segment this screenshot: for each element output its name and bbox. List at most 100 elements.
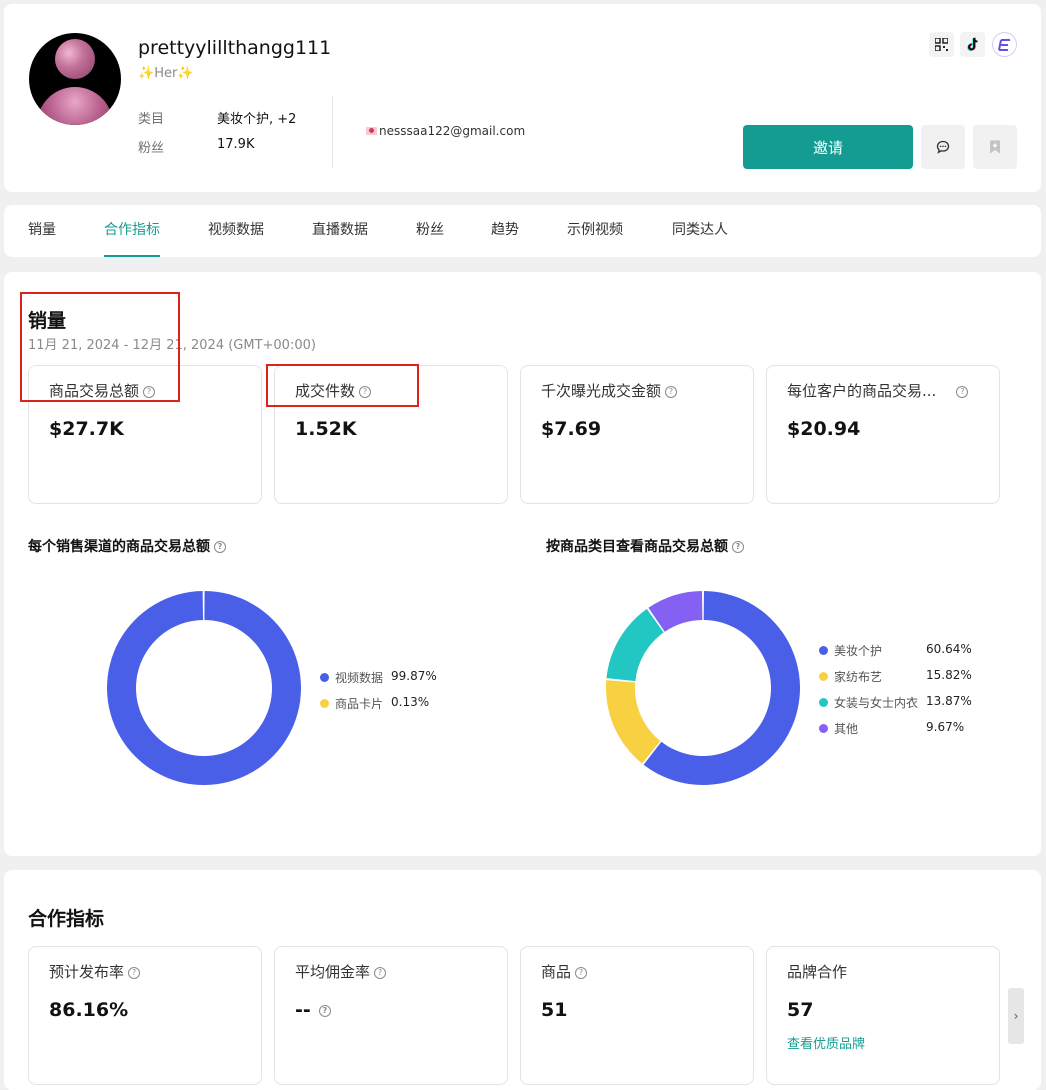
chat-icon bbox=[936, 140, 950, 154]
metric-value: $27.7K bbox=[49, 418, 124, 440]
chart-title-text: 每个销售渠道的商品交易总额 bbox=[28, 539, 210, 555]
section-title: 合作指标 bbox=[28, 908, 105, 930]
profile-card: prettyylillthangg111 ✨Her✨ 类目 美妆个护, +2 粉… bbox=[4, 4, 1041, 192]
bio: ✨Her✨ bbox=[138, 66, 194, 81]
sparkle-icon: ✨ bbox=[138, 66, 155, 81]
tab-video-data[interactable]: 视频数据 bbox=[208, 205, 264, 257]
legend-value: 13.87% bbox=[926, 694, 972, 708]
legend-dot bbox=[819, 646, 828, 655]
metric-label: 品牌合作 bbox=[787, 963, 848, 981]
help-icon[interactable]: ? bbox=[732, 541, 744, 553]
donut-chart-category bbox=[606, 591, 800, 785]
metric-label: 平均佣金率? bbox=[295, 961, 387, 982]
bio-text: Her bbox=[154, 66, 178, 81]
help-icon[interactable]: ? bbox=[956, 385, 969, 398]
tab-bar: 销量 合作指标 视频数据 直播数据 粉丝 趋势 示例视频 同类达人 bbox=[4, 205, 1041, 257]
metric-value: 57 bbox=[787, 999, 814, 1021]
legend-value: 0.13% bbox=[391, 695, 430, 709]
metric-value: 1.52K bbox=[295, 418, 357, 440]
donut-slice-视频数据[interactable] bbox=[107, 591, 302, 785]
metric-card-brand-collabs: 品牌合作 57 查看优质品牌 bbox=[766, 946, 1000, 1085]
metric-label-text: 商品 bbox=[541, 963, 572, 981]
help-icon[interactable]: ? bbox=[214, 541, 226, 553]
username: prettyylillthangg111 bbox=[138, 37, 332, 59]
help-icon[interactable]: ? bbox=[128, 966, 141, 979]
legend-dot bbox=[320, 699, 329, 708]
bookmark-icon bbox=[990, 140, 1000, 154]
metric-label-text: 平均佣金率 bbox=[295, 963, 371, 981]
metric-label-text: 千次曝光成交金额 bbox=[541, 382, 662, 400]
metric-label: 商品? bbox=[541, 961, 588, 982]
sales-section: 销量 11月 21, 2024 - 12月 21, 2024 (GMT+00:0… bbox=[4, 272, 1041, 856]
avatar-head bbox=[55, 39, 95, 79]
email[interactable]: nesssaa122@gmail.com bbox=[366, 124, 525, 138]
metric-value: --? bbox=[295, 999, 331, 1021]
legend-label[interactable]: 家纺布艺 bbox=[834, 668, 882, 685]
tab-similar-creators[interactable]: 同类达人 bbox=[672, 205, 728, 257]
category-value: 美妆个护, +2 bbox=[217, 112, 297, 127]
donut-slice-女装与女士内衣[interactable] bbox=[606, 608, 664, 682]
metric-label-text: 预计发布率 bbox=[49, 963, 125, 981]
category-label: 类目 bbox=[138, 112, 165, 127]
followers-label: 粉丝 bbox=[138, 141, 165, 156]
legend-value: 99.87% bbox=[391, 669, 437, 683]
metric-label: 每位客户的商品交易...? bbox=[787, 380, 969, 401]
help-icon[interactable]: ? bbox=[374, 966, 387, 979]
chart-title-text: 按商品类目查看商品交易总额 bbox=[546, 539, 728, 555]
metric-value: 86.16% bbox=[49, 999, 129, 1021]
tab-trends[interactable]: 趋势 bbox=[491, 205, 519, 257]
tab-sales[interactable]: 销量 bbox=[28, 205, 56, 257]
donut-chart-channel bbox=[107, 591, 302, 785]
tiktok-icon[interactable] bbox=[960, 32, 985, 57]
legend-label[interactable]: 美妆个护 bbox=[834, 642, 882, 659]
next-arrow-icon[interactable]: › bbox=[1008, 988, 1024, 1044]
tab-sample-videos[interactable]: 示例视频 bbox=[567, 205, 623, 257]
avatar[interactable] bbox=[29, 33, 121, 125]
bookmark-button[interactable] bbox=[973, 125, 1017, 169]
e-brand-icon[interactable] bbox=[992, 32, 1017, 57]
legend-label[interactable]: 其他 bbox=[834, 720, 858, 737]
invite-button[interactable]: 邀请 bbox=[743, 125, 913, 169]
metric-card-products: 商品? 51 bbox=[520, 946, 754, 1085]
help-icon[interactable]: ? bbox=[665, 385, 678, 398]
tab-live-data[interactable]: 直播数据 bbox=[312, 205, 368, 257]
metric-card-gpm: 千次曝光成交金额? $7.69 bbox=[520, 365, 754, 504]
donut-slice-家纺布艺[interactable] bbox=[606, 680, 661, 764]
metric-value-text: -- bbox=[295, 999, 311, 1021]
divider bbox=[332, 96, 333, 168]
avatar-body bbox=[37, 87, 113, 125]
chart-title: 每个销售渠道的商品交易总额? bbox=[28, 536, 226, 556]
legend-value: 60.64% bbox=[926, 642, 972, 656]
followers-value: 17.9K bbox=[217, 137, 255, 152]
legend-label[interactable]: 视频数据 bbox=[335, 669, 383, 686]
envelope-icon bbox=[366, 127, 377, 135]
tab-cooperation[interactable]: 合作指标 bbox=[104, 205, 160, 257]
help-icon[interactable]: ? bbox=[318, 1004, 331, 1017]
highlight-box bbox=[266, 364, 419, 407]
metric-value: $7.69 bbox=[541, 418, 602, 440]
metric-label: 预计发布率? bbox=[49, 961, 141, 982]
qr-code-icon[interactable] bbox=[929, 32, 954, 57]
legend-label[interactable]: 女装与女士内衣 bbox=[834, 694, 918, 711]
legend-dot bbox=[320, 673, 329, 682]
legend-label[interactable]: 商品卡片 bbox=[335, 695, 383, 712]
legend-value: 9.67% bbox=[926, 720, 965, 734]
metric-value: $20.94 bbox=[787, 418, 861, 440]
legend-value: 15.82% bbox=[926, 668, 972, 682]
tab-followers[interactable]: 粉丝 bbox=[416, 205, 444, 257]
legend-dot bbox=[819, 672, 828, 681]
cooperation-section: 合作指标 预计发布率? 86.16% 平均佣金率? --? 商品? 51 品牌合… bbox=[4, 870, 1041, 1090]
metric-label: 千次曝光成交金额? bbox=[541, 380, 678, 401]
help-icon[interactable]: ? bbox=[575, 966, 588, 979]
sparkle-icon: ✨ bbox=[177, 66, 194, 81]
email-text: nesssaa122@gmail.com bbox=[379, 124, 526, 138]
legend-dot bbox=[819, 724, 828, 733]
chart-title: 按商品类目查看商品交易总额? bbox=[546, 536, 744, 556]
legend-dot bbox=[819, 698, 828, 707]
highlight-box bbox=[20, 292, 180, 402]
chat-button[interactable] bbox=[921, 125, 965, 169]
view-top-brands-link[interactable]: 查看优质品牌 bbox=[787, 1033, 865, 1052]
metric-card-gmv-per-customer: 每位客户的商品交易...? $20.94 bbox=[766, 365, 1000, 504]
metric-value: 51 bbox=[541, 999, 568, 1021]
metric-card-post-rate: 预计发布率? 86.16% bbox=[28, 946, 262, 1085]
